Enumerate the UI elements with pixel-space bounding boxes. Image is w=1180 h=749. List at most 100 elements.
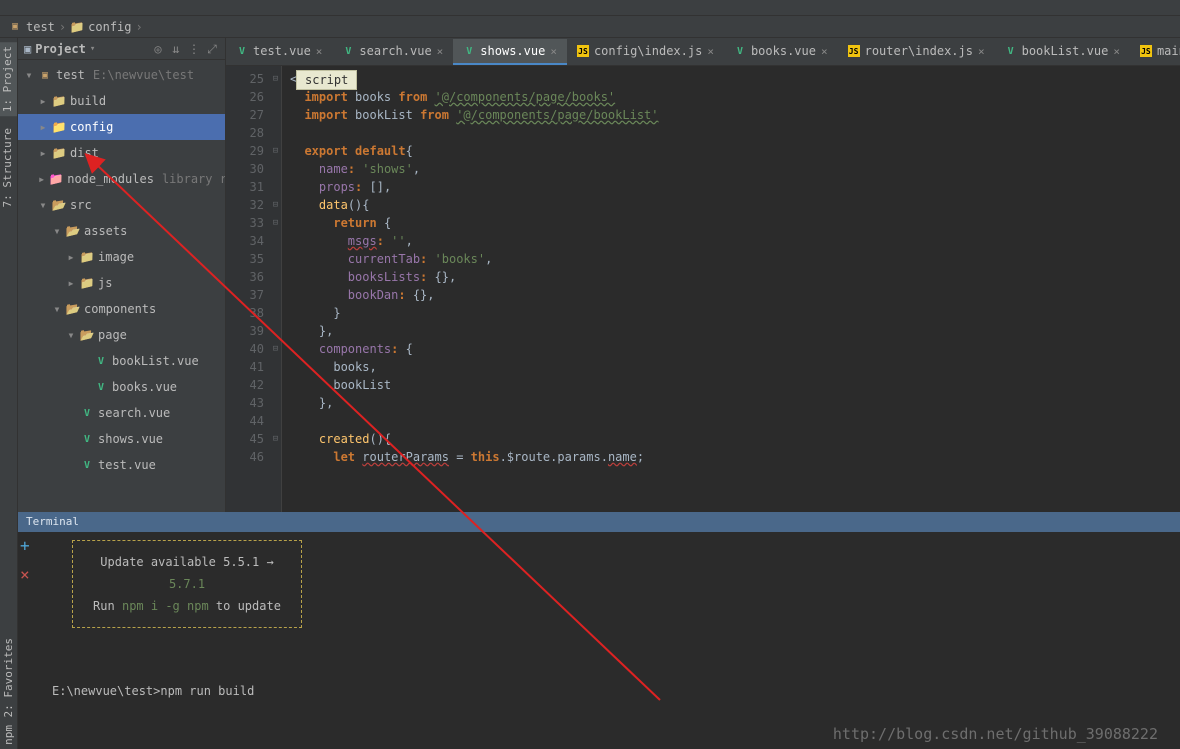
collapse-all-icon[interactable]: ⇊	[169, 42, 183, 56]
tree-item-books-vue[interactable]: books.vue	[18, 374, 225, 400]
code-content[interactable]: <script> import books from '@/components…	[282, 66, 1180, 512]
tab-main-js[interactable]: main.js ×	[1130, 39, 1180, 65]
tree-note: library root	[162, 172, 225, 186]
folder-open-icon	[52, 198, 66, 212]
add-terminal-icon[interactable]: +	[20, 536, 30, 555]
project-icon: ▣	[24, 42, 31, 56]
tab-books-vue[interactable]: books.vue ×	[724, 39, 838, 65]
vue-icon	[734, 45, 746, 57]
tab-label: books.vue	[751, 44, 816, 58]
terminal-body[interactable]: + × Update available 5.5.1 → 5.7.1 Run n…	[18, 532, 1180, 749]
code-area[interactable]: 2526272829303132333435363738394041424344…	[226, 66, 1180, 512]
close-tab-icon[interactable]: ×	[437, 45, 444, 58]
tree-item-src[interactable]: src	[18, 192, 225, 218]
tree-item-components[interactable]: components	[18, 296, 225, 322]
chevron-icon[interactable]	[24, 68, 34, 82]
close-terminal-icon[interactable]: ×	[20, 565, 30, 584]
js-icon	[577, 45, 589, 57]
vue-icon	[342, 45, 354, 57]
autoscroll-icon[interactable]: ◎	[151, 42, 165, 56]
update-notice: Update available 5.5.1 → 5.7.1 Run npm i…	[72, 540, 302, 628]
project-title: Project	[35, 42, 86, 56]
tab-config-index-js[interactable]: config\index.js ×	[567, 39, 724, 65]
chevron-icon[interactable]	[38, 94, 48, 108]
vue-icon	[94, 354, 108, 368]
tree-label: page	[98, 328, 127, 342]
toolwindow-project[interactable]: 1: Project	[0, 42, 17, 116]
tab-label: router\index.js	[865, 44, 973, 58]
chevron-icon[interactable]	[66, 250, 76, 264]
tree-item-build[interactable]: build	[18, 88, 225, 114]
chevron-icon[interactable]	[38, 198, 48, 212]
tree-label: image	[98, 250, 134, 264]
toolwindow-structure[interactable]: 7: Structure	[0, 124, 17, 211]
folder-icon	[80, 276, 94, 290]
top-toolbar	[0, 0, 1180, 16]
vue-icon	[94, 380, 108, 394]
close-tab-icon[interactable]: ×	[1113, 45, 1120, 58]
chevron-icon[interactable]	[52, 302, 62, 316]
close-tab-icon[interactable]: ×	[316, 45, 323, 58]
hide-icon[interactable]: ⤢	[205, 42, 219, 56]
js-icon	[848, 45, 860, 57]
chevron-icon[interactable]	[52, 224, 62, 238]
close-tab-icon[interactable]: ×	[550, 45, 557, 58]
tree-label: build	[70, 94, 106, 108]
tab-label: test.vue	[253, 44, 311, 58]
update-new: 5.7.1	[169, 577, 205, 591]
chevron-icon[interactable]	[38, 172, 45, 186]
breadcrumb-folder-label: config	[88, 20, 131, 34]
folder-icon	[52, 94, 66, 108]
tab-label: bookList.vue	[1022, 44, 1109, 58]
tree-item-config[interactable]: config	[18, 114, 225, 140]
tree-item-js[interactable]: js	[18, 270, 225, 296]
left-toolstrip-bottom: 2: Favorites npm	[0, 512, 18, 749]
tree-item-page[interactable]: page	[18, 322, 225, 348]
tab-test-vue[interactable]: test.vue ×	[226, 39, 332, 65]
tree-item-shows-vue[interactable]: shows.vue	[18, 426, 225, 452]
breadcrumb-project[interactable]: test	[8, 20, 55, 34]
dropdown-icon[interactable]: ▾	[90, 44, 95, 54]
terminal-pane: Terminal + × Update available 5.5.1 → 5.…	[18, 512, 1180, 749]
left-toolstrip: 1: Project 7: Structure	[0, 38, 18, 512]
tab-shows-vue[interactable]: shows.vue ×	[453, 39, 567, 65]
tree-label: config	[70, 120, 113, 134]
tree-item-booklist-vue[interactable]: bookList.vue	[18, 348, 225, 374]
tree-item-assets[interactable]: assets	[18, 218, 225, 244]
editor-tabbar: test.vue × search.vue × shows.vue × conf…	[226, 38, 1180, 66]
tree-item-node-modules[interactable]: node_modules library root	[18, 166, 225, 192]
terminal-title[interactable]: Terminal	[18, 512, 1180, 532]
breadcrumb-folder[interactable]: config	[70, 20, 131, 34]
tab-booklist-vue[interactable]: bookList.vue ×	[995, 39, 1130, 65]
tab-label: search.vue	[359, 44, 431, 58]
tree-item-test-vue[interactable]: test.vue	[18, 452, 225, 478]
tree-item-search-vue[interactable]: search.vue	[18, 400, 225, 426]
tab-search-vue[interactable]: search.vue ×	[332, 39, 453, 65]
close-tab-icon[interactable]: ×	[821, 45, 828, 58]
tree-label: test	[56, 68, 85, 82]
tree-item-dist[interactable]: dist	[18, 140, 225, 166]
chevron-icon[interactable]	[38, 120, 48, 134]
chevron-icon[interactable]	[38, 146, 48, 160]
tab-label: config\index.js	[594, 44, 702, 58]
tree-label: test.vue	[98, 458, 156, 472]
tree-item-test[interactable]: test E:\newvue\test	[18, 62, 225, 88]
settings-icon[interactable]: ⋮	[187, 42, 201, 56]
breadcrumb-sep-icon: ›	[59, 20, 66, 34]
chevron-icon[interactable]	[66, 328, 76, 342]
tab-router-index-js[interactable]: router\index.js ×	[838, 39, 995, 65]
folder-open-icon	[66, 224, 80, 238]
tree-label: node_modules	[67, 172, 154, 186]
tab-label: main.js	[1157, 44, 1180, 58]
close-tab-icon[interactable]: ×	[707, 45, 714, 58]
fold-gutter[interactable]: ⊟⊟⊟⊟⊟⊟	[270, 66, 282, 512]
close-tab-icon[interactable]: ×	[978, 45, 985, 58]
folder-open-icon	[66, 302, 80, 316]
chevron-icon[interactable]	[66, 276, 76, 290]
watermark: http://blog.csdn.net/github_39088222	[833, 725, 1158, 743]
toolwindow-favorites[interactable]: 2: Favorites	[2, 638, 15, 717]
tree-item-image[interactable]: image	[18, 244, 225, 270]
toolwindow-npm[interactable]: npm	[2, 725, 15, 745]
project-tree[interactable]: test E:\newvue\test build config dist no…	[18, 60, 225, 512]
module-icon	[38, 68, 52, 82]
